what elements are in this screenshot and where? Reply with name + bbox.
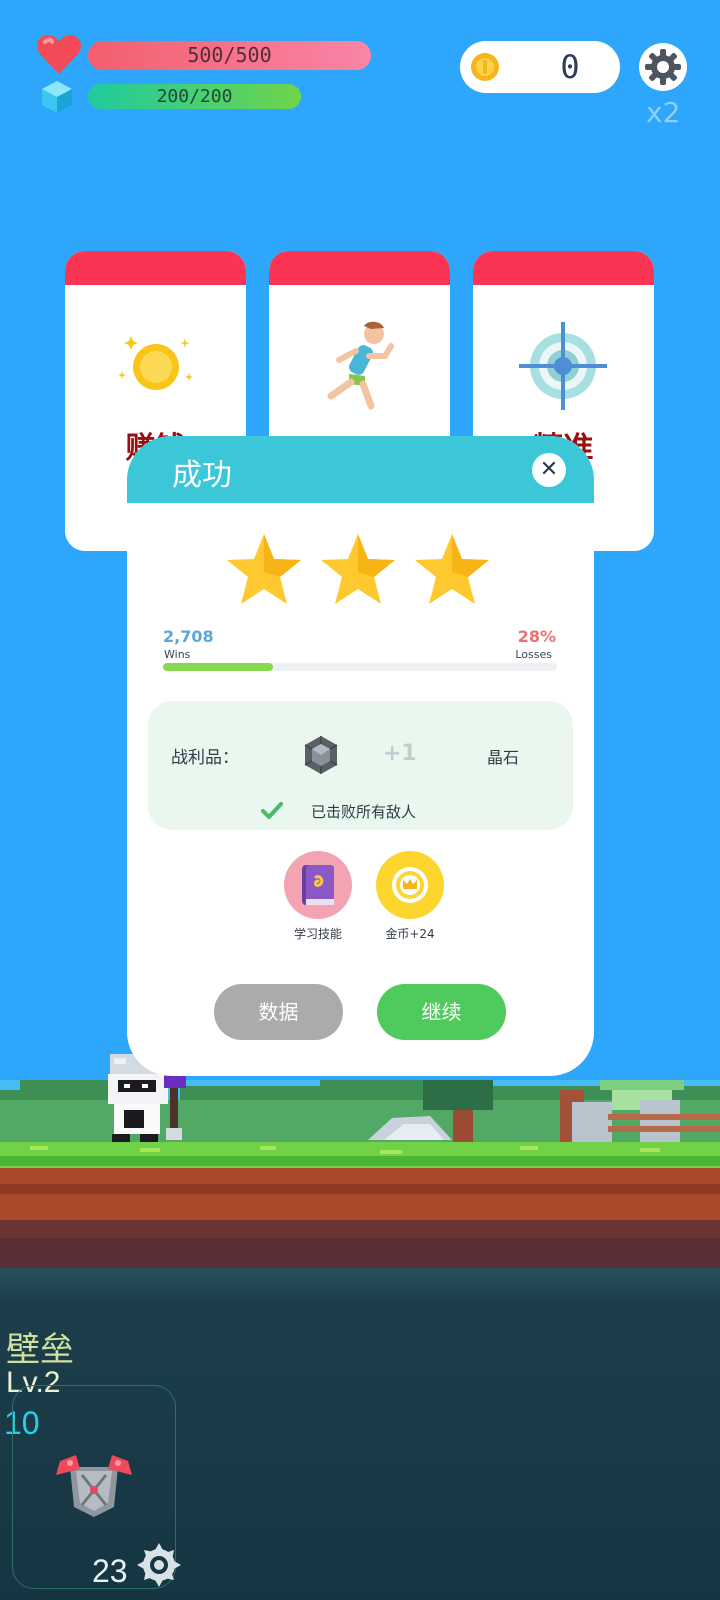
star-icon — [321, 534, 395, 604]
card-header — [65, 251, 246, 285]
success-dialog: 成功 ✕ 2,708 Wins 28% Losses 战利品： +1 晶石 已击… — [127, 436, 594, 1076]
skill-book-icon — [302, 865, 334, 905]
continue-button[interactable]: 继续 — [377, 984, 506, 1040]
loot-panel: 战利品： +1 晶石 已击败所有敌人 — [148, 701, 573, 830]
game-speed[interactable]: x2 — [646, 96, 680, 129]
loot-item-name: 晶石 — [487, 748, 520, 767]
heart-icon — [36, 35, 82, 74]
skill-cost: 23 — [92, 1553, 128, 1589]
reward-skill[interactable]: 学习技能 — [273, 851, 363, 942]
sun-coin-icon — [118, 336, 193, 390]
crystal-stone-icon — [304, 736, 338, 774]
mana-text: 200/200 — [156, 86, 233, 107]
coin-counter: 0 — [460, 41, 620, 93]
star-icon — [227, 534, 301, 604]
settings-gear-icon[interactable] — [638, 42, 688, 92]
loot-amount: +1 — [383, 741, 417, 766]
wins-value: 2,708 — [163, 627, 214, 646]
losses-label: Losses — [515, 648, 552, 661]
loot-status: 已击败所有敌人 — [311, 803, 417, 821]
health-bar: 500/500 — [88, 41, 371, 70]
reward-label: 金币+24 — [385, 927, 435, 941]
health-text: 500/500 — [187, 43, 272, 67]
loot-label: 战利品： — [171, 748, 239, 768]
card-header — [473, 251, 654, 285]
card-header — [269, 251, 450, 285]
mana-bar: 200/200 — [88, 84, 301, 109]
crystal-icon — [42, 81, 72, 113]
star-icon — [415, 534, 489, 604]
dialog-title: 成功 — [172, 458, 232, 493]
reward-coins[interactable]: 金币+24 — [365, 851, 455, 942]
coin-count: 0 — [560, 48, 580, 86]
losses-value: 28% — [517, 627, 556, 646]
wins-label: Wins — [164, 648, 191, 661]
crosshair-icon — [519, 322, 607, 410]
runner-icon — [327, 321, 394, 410]
reward-label: 学习技能 — [293, 927, 342, 941]
armor-icon — [56, 1455, 132, 1517]
check-icon — [261, 802, 283, 819]
crown-coin-icon — [392, 867, 428, 903]
star-rating — [225, 532, 495, 608]
data-button[interactable]: 数据 — [214, 984, 343, 1040]
win-progress-bar — [163, 663, 557, 671]
reward-circle — [376, 851, 444, 919]
coin-icon — [471, 53, 499, 81]
upgrade-gear-icon[interactable] — [136, 1542, 182, 1588]
dialog-header: 成功 ✕ — [127, 436, 594, 503]
win-progress-fill — [163, 663, 274, 671]
close-button[interactable]: ✕ — [532, 453, 566, 487]
reward-circle — [284, 851, 352, 919]
skill-name: 壁垒 — [6, 1330, 74, 1370]
